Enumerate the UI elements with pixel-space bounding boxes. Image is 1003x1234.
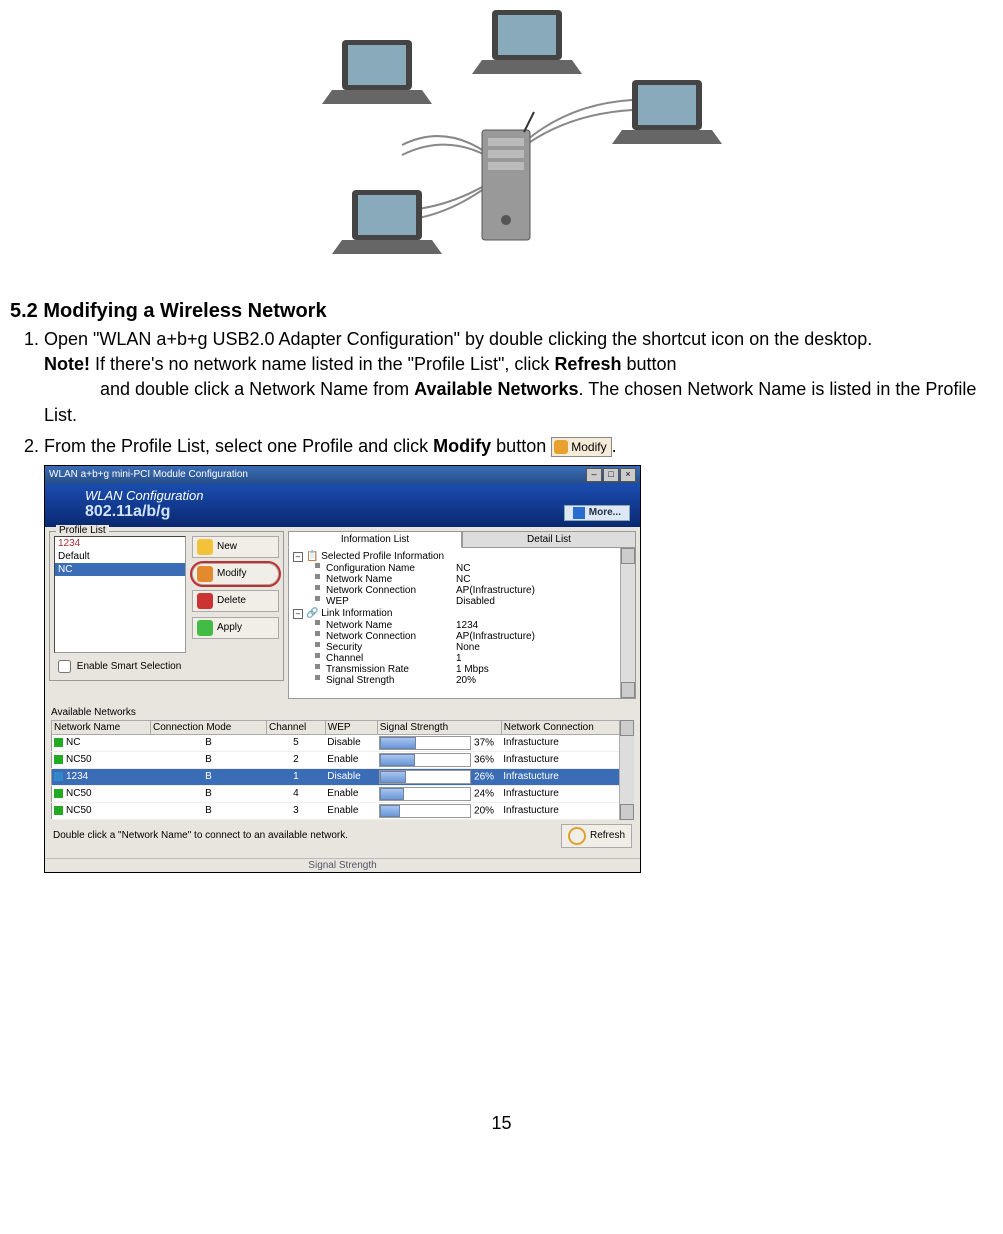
signal-strength-bar: Signal Strength (45, 858, 640, 872)
profile-item[interactable]: 1234 (55, 537, 185, 550)
modify-icon (197, 566, 213, 582)
note-available-networks: Available Networks (414, 379, 578, 399)
col-header[interactable]: Connection Mode (150, 720, 266, 734)
delete-icon (197, 593, 213, 609)
modify-button-inline-label: Modify (571, 440, 606, 454)
note-line2a: and double click a Network Name from (100, 379, 414, 399)
window-title: WLAN a+b+g mini-PCI Module Configuration (49, 469, 248, 480)
profile-item[interactable]: Default (55, 550, 185, 563)
step-2b: button (491, 436, 551, 456)
step-2-modify: Modify (433, 436, 491, 456)
table-row[interactable]: NC50B3Enable 20%Infrastucture (52, 802, 634, 819)
apply-icon (197, 620, 213, 636)
apply-button-label: Apply (217, 622, 242, 633)
profile-list-fieldset: Profile List 1234 Default NC New Modify … (49, 531, 284, 681)
group-selected-profile[interactable]: –📋 Selected Profile Information (293, 550, 631, 563)
maximize-button[interactable]: □ (603, 468, 619, 482)
tab-information-list[interactable]: Information List (288, 531, 462, 548)
modify-button-label: Modify (217, 568, 246, 579)
profile-list-label: Profile List (56, 525, 109, 536)
window-buttons: –□× (585, 468, 636, 482)
available-networks-label: Available Networks (51, 707, 634, 718)
more-label: More... (589, 507, 621, 518)
col-header[interactable]: WEP (325, 720, 377, 734)
new-button[interactable]: New (192, 536, 279, 558)
col-header[interactable]: Network Name (52, 720, 151, 734)
network-diagram (10, 0, 993, 290)
info-row: Channel1 (293, 653, 631, 664)
close-button[interactable]: × (620, 468, 636, 482)
modify-icon (554, 440, 568, 454)
scrollbar[interactable] (620, 548, 635, 698)
info-panel: –📋 Selected Profile Information Configur… (288, 548, 636, 699)
available-networks-table: Network NameConnection ModeChannelWEPSig… (51, 720, 634, 820)
footer-hint: Double click a "Network Name" to connect… (53, 830, 348, 841)
smart-selection-label: Enable Smart Selection (77, 661, 182, 672)
banner-line1: WLAN Configuration (85, 488, 630, 503)
window-titlebar: WLAN a+b+g mini-PCI Module Configuration… (45, 466, 640, 484)
refresh-button[interactable]: Refresh (561, 824, 632, 848)
step-2a: From the Profile List, select one Profil… (44, 436, 433, 456)
delete-button-label: Delete (217, 595, 246, 606)
info-row: Network NameNC (293, 574, 631, 585)
info-row: Network ConnectionAP(Infrastructure) (293, 585, 631, 596)
note-label: Note! (44, 354, 90, 374)
arrow-icon (573, 507, 585, 519)
table-row[interactable]: NC50B4Enable 24%Infrastucture (52, 785, 634, 802)
step-2c: . (612, 436, 617, 456)
table-scrollbar[interactable] (619, 720, 634, 820)
table-row[interactable]: NC50B2Enable 36%Infrastucture (52, 751, 634, 768)
profile-item-selected[interactable]: NC (55, 563, 185, 576)
info-row: Network ConnectionAP(Infrastructure) (293, 631, 631, 642)
apply-button[interactable]: Apply (192, 617, 279, 639)
smart-selection[interactable]: Enable Smart Selection (54, 657, 279, 676)
step-1: Open "WLAN a+b+g USB2.0 Adapter Configur… (44, 327, 993, 428)
step-2: From the Profile List, select one Profil… (44, 434, 993, 459)
new-button-label: New (217, 541, 237, 552)
table-row[interactable]: NCB5Disable 37%Infrastucture (52, 734, 634, 751)
info-row: SecurityNone (293, 642, 631, 653)
col-header[interactable]: Channel (266, 720, 325, 734)
wlan-config-window: WLAN a+b+g mini-PCI Module Configuration… (44, 465, 641, 873)
info-row: Network Name1234 (293, 620, 631, 631)
note-refresh: Refresh (554, 354, 621, 374)
info-row: Configuration NameNC (293, 563, 631, 574)
banner-line2: 802.11a/b/g (85, 503, 630, 521)
modify-button[interactable]: Modify (192, 563, 279, 585)
refresh-icon (568, 827, 586, 845)
info-row: Signal Strength20% (293, 675, 631, 686)
minimize-button[interactable]: – (586, 468, 602, 482)
table-row[interactable]: 1234B1Disable 26%Infrastucture (52, 768, 634, 785)
delete-button[interactable]: Delete (192, 590, 279, 612)
step-1-text: Open "WLAN a+b+g USB2.0 Adapter Configur… (44, 329, 872, 349)
col-header[interactable]: Signal Strength (377, 720, 501, 734)
info-row: Transmission Rate1 Mbps (293, 664, 631, 675)
note-line1: If there's no network name listed in the… (95, 354, 554, 374)
smart-selection-checkbox[interactable] (58, 660, 71, 673)
new-icon (197, 539, 213, 555)
profile-list[interactable]: 1234 Default NC (54, 536, 186, 653)
info-row: WEPDisabled (293, 596, 631, 607)
group-link-info[interactable]: –🔗 Link Information (293, 607, 631, 620)
page-number: 15 (10, 1113, 993, 1134)
modify-button-inline: Modify (551, 437, 611, 458)
more-button[interactable]: More... (564, 505, 630, 521)
banner: WLAN Configuration 802.11a/b/g More... (45, 484, 640, 527)
refresh-button-label: Refresh (590, 830, 625, 841)
tab-detail-list[interactable]: Detail List (462, 531, 636, 548)
section-heading: 5.2 Modifying a Wireless Network (10, 300, 993, 323)
note-line1b: button (621, 354, 676, 374)
group-selected-profile-label: Selected Profile Information (321, 551, 444, 562)
col-header[interactable]: Network Connection (501, 720, 633, 734)
group-link-info-label: Link Information (321, 608, 392, 619)
